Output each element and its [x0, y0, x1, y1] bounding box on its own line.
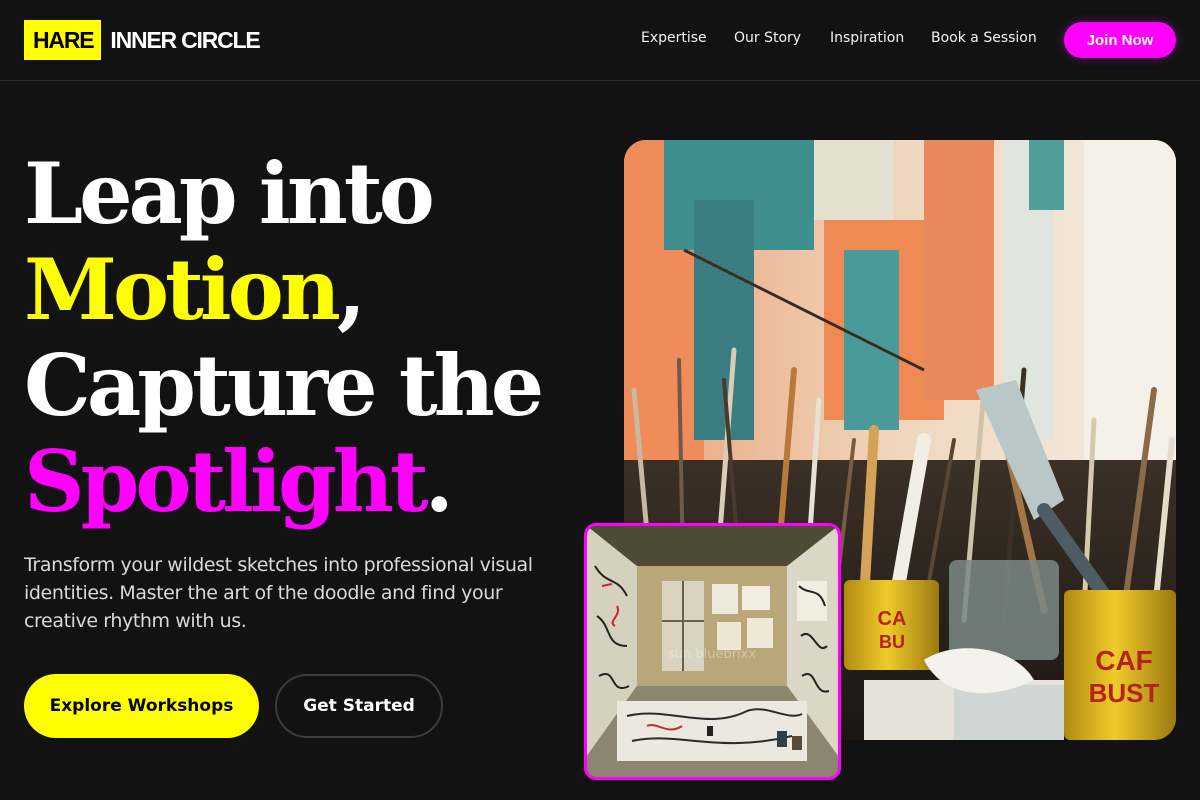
headline-line-1: Leap into — [24, 144, 435, 243]
svg-text:BU: BU — [879, 632, 905, 652]
hero-headline: Leap into Motion, Capture the Spotlight. — [24, 146, 604, 530]
logo-badge: HARE — [24, 20, 102, 60]
headline-highlight-motion: Motion — [24, 240, 341, 339]
doodle-studio-photo: sun bluebrixx — [584, 523, 841, 780]
nav-link-inspiration[interactable]: Inspiration — [830, 30, 904, 46]
headline-highlight-spotlight: Spotlight — [24, 432, 429, 531]
join-now-button[interactable]: Join Now — [1064, 22, 1176, 58]
nav-link-expertise[interactable]: Expertise — [641, 30, 707, 46]
svg-text:BUST: BUST — [1089, 678, 1160, 708]
inset-watermark: sun bluebrixx — [668, 647, 756, 662]
nav-link-our-story[interactable]: Our Story — [734, 30, 801, 46]
brand-logo[interactable]: HARE INNER CIRCLE — [24, 20, 261, 60]
nav-link-book-a-session[interactable]: Book a Session — [931, 30, 1037, 46]
headline-period: . — [424, 432, 454, 531]
svg-text:CAF: CAF — [1095, 645, 1153, 676]
headline-comma: , — [336, 240, 366, 339]
logo-wordmark: INNER CIRCLE — [110, 26, 260, 53]
site-header: HARE INNER CIRCLE Expertise Our Story In… — [0, 0, 1200, 81]
get-started-button[interactable]: Get Started — [275, 674, 443, 738]
headline-line-4: Spotlight. — [24, 434, 604, 530]
doodled-art-studio-room-illustration: sun bluebrixx — [587, 526, 838, 777]
svg-text:CA: CA — [878, 608, 907, 630]
hero-description: Transform your wildest sketches into pro… — [24, 554, 533, 632]
headline-line-2: Motion, — [24, 242, 604, 338]
explore-workshops-button[interactable]: Explore Workshops — [24, 674, 259, 738]
headline-line-3: Capture the — [24, 336, 544, 435]
